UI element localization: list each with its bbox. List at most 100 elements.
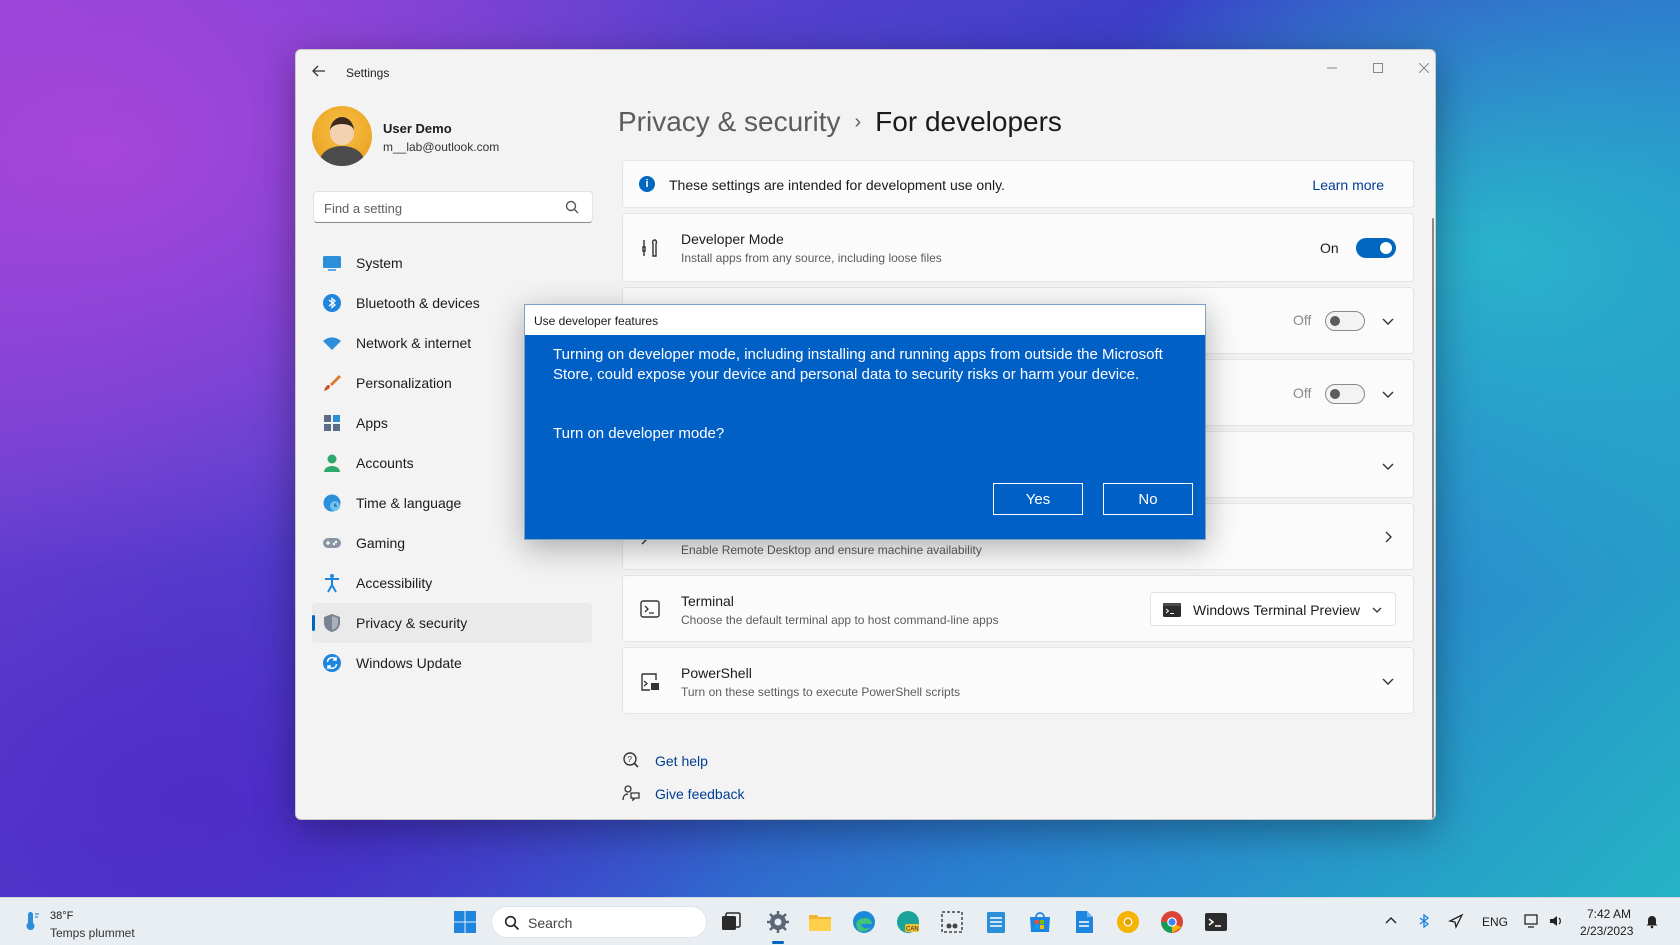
title-bar: Settings [296,50,1435,90]
accessibility-icon [325,574,339,593]
get-help-icon: ? [623,752,639,768]
settings-gear-icon[interactable] [765,909,791,935]
window-title: Settings [346,66,390,80]
search-box [313,191,593,223]
info-banner: i These settings are intended for develo… [622,160,1414,208]
yes-button[interactable]: Yes [993,483,1083,515]
device-discovery-toggle[interactable] [1325,384,1365,404]
chrome-canary-icon[interactable] [1115,909,1141,935]
maximize-icon [1373,63,1383,73]
active-app-indicator [772,941,784,944]
accounts-icon [324,454,340,472]
sidebar-item-label: Windows Update [356,655,462,671]
avatar[interactable] [312,106,372,166]
arrow-left-icon [312,65,325,77]
minimize-icon [1327,67,1337,69]
sidebar-item-windows-update[interactable]: Windows Update [312,643,592,683]
sidebar-item-label: Accounts [356,455,414,471]
taskbar-search-label: Search [528,915,573,931]
chevron-down-icon[interactable] [1381,314,1395,328]
bluetooth-icon [323,294,341,312]
developer-mode-title: Developer Mode [681,231,784,247]
give-feedback-link[interactable]: Give feedback [655,786,745,802]
device-portal-toggle[interactable] [1325,311,1365,331]
paintbrush-icon [324,375,341,391]
task-view-icon[interactable] [718,909,744,935]
close-button[interactable] [1409,58,1435,80]
developer-features-dialog: Use developer features Turning on develo… [524,304,1206,540]
breadcrumb-parent[interactable]: Privacy & security [618,106,841,137]
notepad-icon[interactable] [983,909,1009,935]
network-tray-icon[interactable] [1524,913,1540,929]
bluetooth-tray-icon[interactable] [1416,913,1432,929]
sidebar-item-accessibility[interactable]: Accessibility [312,563,592,603]
wifi-icon [323,337,341,350]
taskbar-search[interactable]: Search [491,906,707,938]
learn-more-link[interactable]: Learn more [1312,177,1384,193]
no-button[interactable]: No [1103,483,1193,515]
user-email: m__lab@outlook.com [383,140,500,154]
dialog-question: Turn on developer mode? [553,425,725,442]
avatar-body [320,146,364,166]
update-icon [323,654,341,672]
chevron-down-icon[interactable] [1381,459,1395,473]
powershell-card[interactable]: PowerShell Turn on these settings to exe… [622,647,1414,714]
sidebar-item-label: System [356,255,403,271]
search-input[interactable] [324,198,554,218]
weather-condition[interactable]: Temps plummet [50,926,135,940]
close-icon [1418,62,1430,74]
taskbar: 38°F Temps plummet Search CAN ENG 7:42 A… [0,897,1680,945]
chevron-right-icon[interactable] [1381,530,1395,544]
clock-time[interactable]: 7:42 AM [1587,907,1631,921]
file-explorer-icon[interactable] [807,909,833,935]
developer-mode-toggle[interactable] [1356,238,1396,258]
document-icon[interactable] [1071,909,1097,935]
chevron-down-icon [1372,607,1382,613]
info-text: These settings are intended for developm… [669,177,1005,193]
get-help-link[interactable]: Get help [655,753,708,769]
terminal-description: Choose the default terminal app to host … [681,613,999,627]
sidebar-item-privacy-security[interactable]: Privacy & security [312,603,592,643]
sidebar-item-label: Gaming [356,535,406,551]
sidebar-item-label: Bluetooth & devices [356,295,480,311]
powershell-title: PowerShell [681,665,752,681]
chrome-icon[interactable] [1159,909,1185,935]
language-indicator[interactable]: ENG [1482,915,1508,929]
edge-canary-icon[interactable]: CAN [895,909,921,935]
page-title: For developers [875,106,1062,137]
powershell-icon [641,673,659,691]
sidebar-item-system[interactable]: System [312,243,592,283]
breadcrumb: Privacy & security › For developers [618,106,1062,138]
search-icon [504,915,520,931]
device-discovery-state: Off [1293,385,1312,401]
terminal-app-taskbar-icon[interactable] [1203,909,1229,935]
info-icon: i [639,176,655,192]
volume-icon[interactable] [1548,913,1564,929]
clock-date[interactable]: 2/23/2023 [1580,924,1633,938]
breadcrumb-separator: › [854,111,862,133]
chevron-down-icon[interactable] [1381,387,1395,401]
scrollbar[interactable] [1432,218,1434,819]
windows-start-icon[interactable] [452,909,478,935]
chevron-down-icon[interactable] [1381,674,1395,688]
search-icon[interactable] [564,199,580,215]
svg-text:CAN: CAN [906,927,919,933]
dialog-message: Turning on developer mode, including ins… [553,346,1163,383]
sidebar-item-label: Accessibility [356,575,433,591]
maximize-button[interactable] [1363,58,1393,80]
minimize-button[interactable] [1317,58,1347,80]
location-icon[interactable] [1448,913,1464,929]
developer-tools-icon [642,239,658,257]
sidebar-item-label: Personalization [356,375,452,391]
back-button[interactable] [308,60,330,82]
sidebar-item-label: Time & language [356,495,462,511]
terminal-dropdown[interactable]: Windows Terminal Preview [1150,592,1396,626]
microsoft-store-icon[interactable] [1027,909,1053,935]
snipping-tool-icon[interactable] [939,909,965,935]
notification-icon[interactable] [1644,913,1660,929]
weather-temperature[interactable]: 38°F [50,910,73,922]
chevron-up-icon[interactable] [1383,913,1399,929]
edge-browser-icon[interactable] [851,909,877,935]
developer-mode-card: Developer Mode Install apps from any sou… [622,213,1414,282]
thermometer-icon[interactable] [20,910,42,932]
